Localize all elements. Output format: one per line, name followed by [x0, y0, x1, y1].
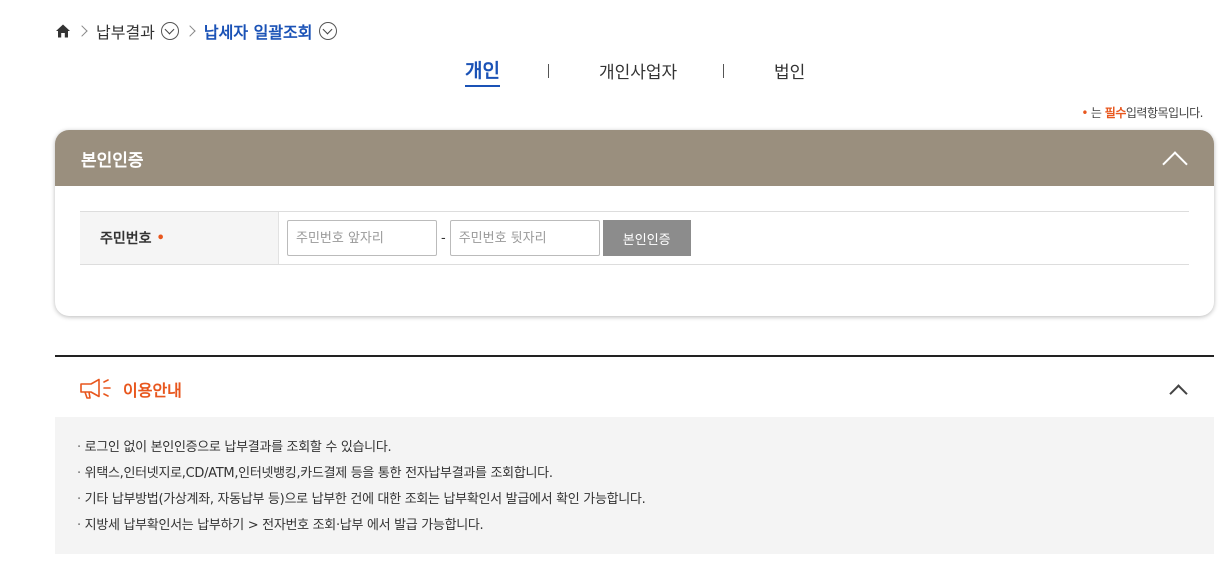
home-icon[interactable]	[55, 23, 71, 39]
required-field-note: • 는 필수입력항목입니다.	[1081, 104, 1203, 121]
breadcrumb-label: 납부결과	[96, 23, 155, 42]
breadcrumb-label: 납세자 일괄조회	[203, 23, 313, 42]
tab-sole-proprietor[interactable]: 개인사업자	[599, 58, 677, 83]
usage-guide-list: 로그인 없이 본인인증으로 납부결과를 조회할 수 있습니다. 위택스,인터넷지…	[77, 435, 1192, 539]
resident-number-row: 주민번호 • - 본인인증	[80, 211, 1189, 265]
breadcrumb-item-taxpayer-lookup[interactable]: 납세자 일괄조회	[204, 19, 337, 43]
tab-individual[interactable]: 개인	[465, 56, 500, 87]
verify-button[interactable]: 본인인증	[602, 220, 691, 256]
required-note-prefix: 는	[1090, 106, 1102, 120]
usage-guide-content: 로그인 없이 본인인증으로 납부결과를 조회할 수 있습니다. 위택스,인터넷지…	[55, 417, 1214, 554]
tab-bar: 개인 개인사업자 법인	[0, 58, 1222, 88]
tab-corporation[interactable]: 법인	[774, 58, 805, 83]
resident-number-label: 주민번호 •	[80, 212, 279, 264]
list-item: 로그인 없이 본인인증으로 납부결과를 조회할 수 있습니다.	[77, 435, 1192, 461]
collapse-chevron-up-icon[interactable]	[1160, 144, 1188, 172]
required-note-suffix: 입력항목입니다.	[1125, 106, 1204, 120]
field-label: 주민번호	[100, 231, 152, 247]
identity-verification-panel: 본인인증 주민번호 • - 본인인증	[55, 130, 1214, 316]
input-separator: -	[441, 230, 446, 246]
usage-guide-label: 이용안내	[123, 381, 182, 400]
breadcrumb-item-payment-result[interactable]: 납부결과	[96, 19, 179, 43]
tab-divider	[548, 64, 549, 78]
panel-title: 본인인증	[81, 150, 144, 171]
required-note-strong: 필수	[1104, 106, 1127, 120]
usage-guide-title: 이용안내	[79, 377, 182, 401]
list-item: 지방세 납부확인서는 납부하기 > 전자번호 조회·납부 에서 발급 가능합니다…	[77, 513, 1192, 539]
resident-number-front-input[interactable]	[287, 220, 437, 256]
required-dot: •	[1081, 106, 1088, 120]
breadcrumb: 납부결과 납세자 일괄조회	[55, 20, 337, 42]
required-dot: •	[156, 230, 165, 246]
chevron-down-icon[interactable]	[160, 22, 179, 40]
list-item: 기타 납부방법(가상계좌, 자동납부 등)으로 납부한 건에 대한 조회는 납부…	[77, 487, 1192, 513]
usage-guide-header: 이용안내	[55, 362, 1214, 416]
chevron-right-icon	[184, 25, 196, 37]
list-item: 위택스,인터넷지로,CD/ATM,인터넷뱅킹,카드결제 등을 통한 전자납부결과…	[77, 461, 1192, 487]
resident-number-back-input[interactable]	[449, 220, 600, 256]
chevron-down-icon[interactable]	[318, 22, 337, 40]
chevron-right-icon	[76, 25, 88, 37]
tab-divider	[723, 64, 724, 78]
resident-number-fields: - 본인인증	[279, 212, 691, 264]
megaphone-icon	[80, 378, 111, 399]
section-divider	[55, 355, 1214, 357]
panel-header: 본인인증	[55, 130, 1214, 186]
collapse-chevron-up-icon[interactable]	[1166, 377, 1190, 401]
